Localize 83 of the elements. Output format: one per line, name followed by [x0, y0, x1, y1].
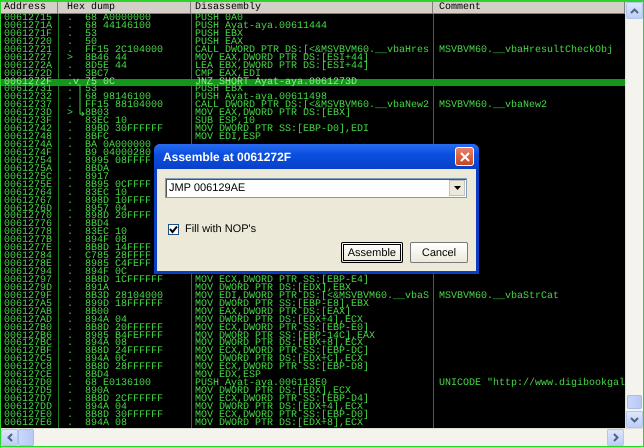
comment-cell: MSVBVM60.__vbaStrCat: [439, 290, 560, 302]
caret-icon: [454, 186, 460, 190]
jump-marker: .: [67, 300, 74, 309]
jump-marker: .: [67, 221, 74, 230]
jump-marker: .: [67, 388, 74, 396]
dialog-title: Assemble at 0061272F: [163, 150, 292, 164]
comment-cell: MSVBVM60.__vbaNew2: [439, 100, 548, 112]
jump-marker: .: [67, 198, 74, 206]
jump-marker: .: [67, 348, 74, 356]
jump-marker: .: [67, 269, 74, 277]
jump-marker: .: [67, 324, 74, 333]
jump-marker: .: [67, 237, 74, 246]
jump-marker: .: [67, 102, 74, 110]
combo-value: JMP 006129AE: [168, 182, 246, 194]
instruction-cell: MOV EDI,ESP: [195, 132, 262, 144]
jump-marker: .: [67, 94, 74, 102]
jump-marker: .: [67, 158, 74, 166]
jump-marker: .: [67, 46, 74, 55]
checkbox-label: Fill with NOP's: [185, 223, 256, 235]
jump-marker: .: [67, 229, 74, 238]
dialog-button[interactable]: Assemble: [340, 242, 403, 263]
jump-marker: .: [67, 86, 74, 94]
dialog-button[interactable]: Cancel: [410, 242, 468, 263]
comment-cell: MSVBVM60.__vbaHresultCheckObj: [439, 44, 614, 56]
jump-marker: .: [67, 182, 74, 190]
close-button[interactable]: [455, 147, 474, 166]
column-header[interactable]: Hex dump: [58, 2, 191, 14]
horizontal-scrollbar[interactable]: [1, 428, 643, 446]
scroll-down-button[interactable]: [626, 411, 643, 428]
jump-marker: >: [67, 54, 74, 63]
jump-marker: .: [67, 380, 74, 388]
jump-marker: .: [67, 404, 74, 412]
jump-marker: .: [67, 316, 74, 325]
jump-marker: .: [67, 276, 74, 285]
jump-marker: .: [67, 62, 74, 71]
jump-marker: .: [67, 420, 74, 428]
scroll-thumb[interactable]: [18, 429, 34, 446]
column-header[interactable]: Disassembly: [191, 2, 433, 14]
jump-marker: .: [67, 356, 74, 364]
hex-cell: 894A 08: [85, 420, 128, 428]
jump-marker: .: [67, 308, 74, 317]
column-header[interactable]: Address: [1, 2, 58, 14]
jump-marker: .: [67, 166, 74, 174]
scroll-right-button[interactable]: [607, 429, 624, 446]
jump-marker: .: [67, 412, 74, 420]
jump-marker: .: [67, 253, 74, 262]
close-icon: [460, 152, 470, 162]
jump-marker: .: [67, 150, 74, 158]
jump-marker: .: [67, 364, 74, 372]
jump-marker: .: [67, 332, 74, 340]
scroll-left-button[interactable]: [1, 429, 18, 446]
jump-marker: .: [67, 118, 74, 126]
jump-line: [75, 84, 85, 116]
jump-marker: .: [67, 372, 74, 380]
jump-marker: .: [67, 22, 74, 31]
comment-cell: UNICODE "http://www.digibookgal: [439, 378, 626, 390]
jump-marker: .: [67, 174, 74, 182]
column-header[interactable]: Comment: [433, 2, 625, 14]
jump-marker: .: [67, 213, 74, 222]
check-icon: [169, 224, 178, 234]
jump-marker: >: [67, 110, 74, 118]
jump-marker: .: [67, 340, 74, 348]
jump-marker: .: [67, 134, 74, 142]
vertical-scrollbar[interactable]: [625, 2, 643, 428]
jump-marker: .: [67, 292, 74, 301]
jump-marker: .: [67, 261, 74, 270]
jump-marker: .: [67, 38, 74, 47]
jump-marker: .: [67, 70, 74, 79]
jump-marker: .: [67, 284, 74, 293]
jump-marker: .: [67, 190, 74, 198]
scroll-up-button[interactable]: [626, 2, 643, 19]
jump-marker: .v: [67, 78, 80, 86]
jump-marker: .: [67, 142, 74, 150]
dropdown-button[interactable]: [449, 180, 465, 196]
jump-marker: .: [67, 396, 74, 404]
checkbox[interactable]: [168, 224, 179, 234]
jump-marker: .: [67, 126, 74, 134]
instruction-combo-box[interactable]: JMP 006129AE: [165, 178, 467, 198]
jump-marker: .: [67, 30, 74, 39]
jump-marker: .: [67, 15, 74, 23]
jump-marker: .: [67, 245, 74, 254]
jump-marker: .: [67, 206, 74, 214]
scroll-thumb[interactable]: [627, 395, 642, 409]
